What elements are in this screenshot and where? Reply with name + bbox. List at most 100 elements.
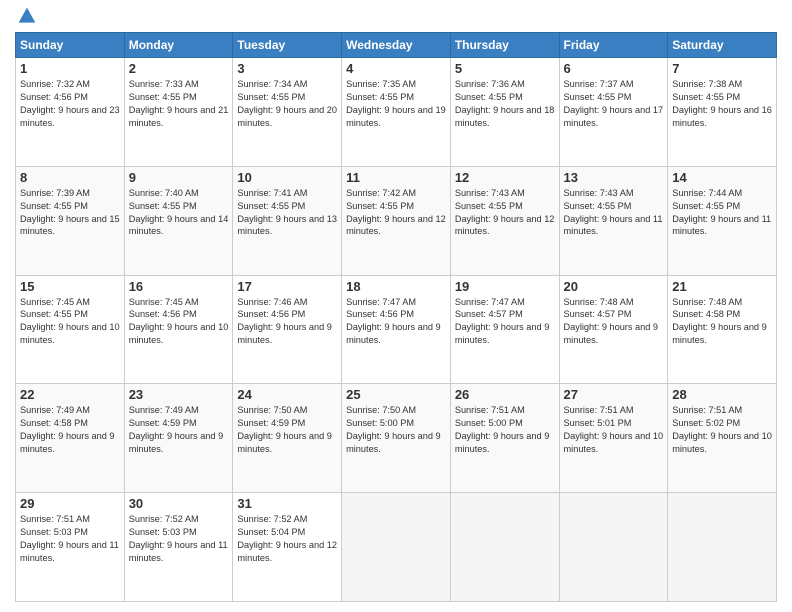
day-number: 13 [564,170,664,185]
day-info: Sunrise: 7:41 AMSunset: 4:55 PMDaylight:… [237,187,337,239]
day-info: Sunrise: 7:51 AMSunset: 5:02 PMDaylight:… [672,404,772,456]
day-number: 5 [455,61,555,76]
calendar-cell: 10 Sunrise: 7:41 AMSunset: 4:55 PMDayligh… [233,166,342,275]
day-info: Sunrise: 7:47 AMSunset: 4:57 PMDaylight:… [455,296,555,348]
calendar-week-row: 22 Sunrise: 7:49 AMSunset: 4:58 PMDayligh… [16,384,777,493]
day-info: Sunrise: 7:45 AMSunset: 4:55 PMDaylight:… [20,296,120,348]
calendar-cell: 20Sunrise: 7:48 AMSunset: 4:57 PMDayligh… [559,275,668,384]
day-number: 19 [455,279,555,294]
calendar-cell: 2Sunrise: 7:33 AMSunset: 4:55 PMDaylight… [124,58,233,167]
day-number: 7 [672,61,772,76]
day-number: 15 [20,279,120,294]
calendar-cell: 1 Sunrise: 7:32 AMSunset: 4:56 PMDaylight… [16,58,125,167]
day-number: 20 [564,279,664,294]
calendar-cell: 13 Sunrise: 7:43 AMSunset: 4:55 PMDayligh… [559,166,668,275]
day-info: Sunrise: 7:38 AMSunset: 4:55 PMDaylight:… [672,78,772,130]
day-number: 25 [346,387,446,402]
calendar-cell: 7 Sunrise: 7:38 AMSunset: 4:55 PMDaylight… [668,58,777,167]
calendar-cell: 23Sunrise: 7:49 AMSunset: 4:59 PMDayligh… [124,384,233,493]
day-info: Sunrise: 7:39 AMSunset: 4:55 PMDaylight:… [20,187,120,239]
day-info: Sunrise: 7:49 AMSunset: 4:59 PMDaylight:… [129,404,229,456]
day-number: 12 [455,170,555,185]
day-number: 27 [564,387,664,402]
day-number: 18 [346,279,446,294]
calendar-header-row: SundayMondayTuesdayWednesdayThursdayFrid… [16,33,777,58]
calendar-cell [450,493,559,602]
day-info: Sunrise: 7:52 AMSunset: 5:03 PMDaylight:… [129,513,229,565]
day-info: Sunrise: 7:43 AMSunset: 4:55 PMDaylight:… [455,187,555,239]
day-info: Sunrise: 7:44 AMSunset: 4:55 PMDaylight:… [672,187,772,239]
calendar-cell: 12 Sunrise: 7:43 AMSunset: 4:55 PMDayligh… [450,166,559,275]
calendar-cell: 19 Sunrise: 7:47 AMSunset: 4:57 PMDayligh… [450,275,559,384]
calendar-cell: 6 Sunrise: 7:37 AMSunset: 4:55 PMDaylight… [559,58,668,167]
day-info: Sunrise: 7:52 AMSunset: 5:04 PMDaylight:… [237,513,337,565]
logo [15,10,37,26]
day-number: 24 [237,387,337,402]
day-info: Sunrise: 7:43 AMSunset: 4:55 PMDaylight:… [564,187,664,239]
day-number: 31 [237,496,337,511]
day-info: Sunrise: 7:51 AMSunset: 5:03 PMDaylight:… [20,513,120,565]
day-number: 30 [129,496,229,511]
day-number: 21 [672,279,772,294]
calendar-cell: 21Sunrise: 7:48 AMSunset: 4:58 PMDayligh… [668,275,777,384]
calendar-cell: 4 Sunrise: 7:35 AMSunset: 4:55 PMDaylight… [342,58,451,167]
day-number: 10 [237,170,337,185]
day-number: 1 [20,61,120,76]
day-info: Sunrise: 7:37 AMSunset: 4:55 PMDaylight:… [564,78,664,130]
day-info: Sunrise: 7:49 AMSunset: 4:58 PMDaylight:… [20,404,120,456]
day-info: Sunrise: 7:40 AMSunset: 4:55 PMDaylight:… [129,187,229,239]
day-number: 14 [672,170,772,185]
calendar-header-friday: Friday [559,33,668,58]
day-number: 2 [129,61,229,76]
day-info: Sunrise: 7:50 AMSunset: 5:00 PMDaylight:… [346,404,446,456]
calendar-cell: 25 Sunrise: 7:50 AMSunset: 5:00 PMDayligh… [342,384,451,493]
calendar-header-saturday: Saturday [668,33,777,58]
calendar-cell: 5Sunrise: 7:36 AMSunset: 4:55 PMDaylight… [450,58,559,167]
calendar-week-row: 8 Sunrise: 7:39 AMSunset: 4:55 PMDaylight… [16,166,777,275]
calendar-cell [668,493,777,602]
calendar-header-monday: Monday [124,33,233,58]
day-info: Sunrise: 7:51 AMSunset: 5:00 PMDaylight:… [455,404,555,456]
calendar-cell: 14 Sunrise: 7:44 AMSunset: 4:55 PMDayligh… [668,166,777,275]
day-number: 3 [237,61,337,76]
header [15,10,777,26]
calendar-cell: 16 Sunrise: 7:45 AMSunset: 4:56 PMDayligh… [124,275,233,384]
calendar-table: SundayMondayTuesdayWednesdayThursdayFrid… [15,32,777,602]
day-number: 9 [129,170,229,185]
day-info: Sunrise: 7:32 AMSunset: 4:56 PMDaylight:… [20,78,120,130]
day-number: 4 [346,61,446,76]
day-number: 8 [20,170,120,185]
calendar-cell: 17 Sunrise: 7:46 AMSunset: 4:56 PMDayligh… [233,275,342,384]
calendar-cell: 31 Sunrise: 7:52 AMSunset: 5:04 PMDayligh… [233,493,342,602]
calendar-cell: 9 Sunrise: 7:40 AMSunset: 4:55 PMDaylight… [124,166,233,275]
day-info: Sunrise: 7:47 AMSunset: 4:56 PMDaylight:… [346,296,446,348]
calendar-cell: 18 Sunrise: 7:47 AMSunset: 4:56 PMDayligh… [342,275,451,384]
day-number: 17 [237,279,337,294]
calendar-cell: 11Sunrise: 7:42 AMSunset: 4:55 PMDayligh… [342,166,451,275]
day-info: Sunrise: 7:42 AMSunset: 4:55 PMDaylight:… [346,187,446,239]
calendar-cell: 3Sunrise: 7:34 AMSunset: 4:55 PMDaylight… [233,58,342,167]
calendar-cell [342,493,451,602]
calendar-cell: 8 Sunrise: 7:39 AMSunset: 4:55 PMDaylight… [16,166,125,275]
day-number: 22 [20,387,120,402]
day-info: Sunrise: 7:45 AMSunset: 4:56 PMDaylight:… [129,296,229,348]
calendar-header-sunday: Sunday [16,33,125,58]
calendar-header-thursday: Thursday [450,33,559,58]
day-info: Sunrise: 7:51 AMSunset: 5:01 PMDaylight:… [564,404,664,456]
day-info: Sunrise: 7:46 AMSunset: 4:56 PMDaylight:… [237,296,337,348]
calendar-cell: 26 Sunrise: 7:51 AMSunset: 5:00 PMDayligh… [450,384,559,493]
day-number: 6 [564,61,664,76]
calendar-cell: 22 Sunrise: 7:49 AMSunset: 4:58 PMDayligh… [16,384,125,493]
day-number: 16 [129,279,229,294]
page: SundayMondayTuesdayWednesdayThursdayFrid… [0,0,792,612]
day-info: Sunrise: 7:50 AMSunset: 4:59 PMDaylight:… [237,404,337,456]
calendar-cell: 30 Sunrise: 7:52 AMSunset: 5:03 PMDayligh… [124,493,233,602]
calendar-cell: 24 Sunrise: 7:50 AMSunset: 4:59 PMDayligh… [233,384,342,493]
calendar-cell: 27 Sunrise: 7:51 AMSunset: 5:01 PMDayligh… [559,384,668,493]
calendar-cell: 29 Sunrise: 7:51 AMSunset: 5:03 PMDayligh… [16,493,125,602]
logo-icon [17,6,37,26]
day-number: 26 [455,387,555,402]
calendar-week-row: 15 Sunrise: 7:45 AMSunset: 4:55 PMDayligh… [16,275,777,384]
day-number: 29 [20,496,120,511]
day-info: Sunrise: 7:35 AMSunset: 4:55 PMDaylight:… [346,78,446,130]
